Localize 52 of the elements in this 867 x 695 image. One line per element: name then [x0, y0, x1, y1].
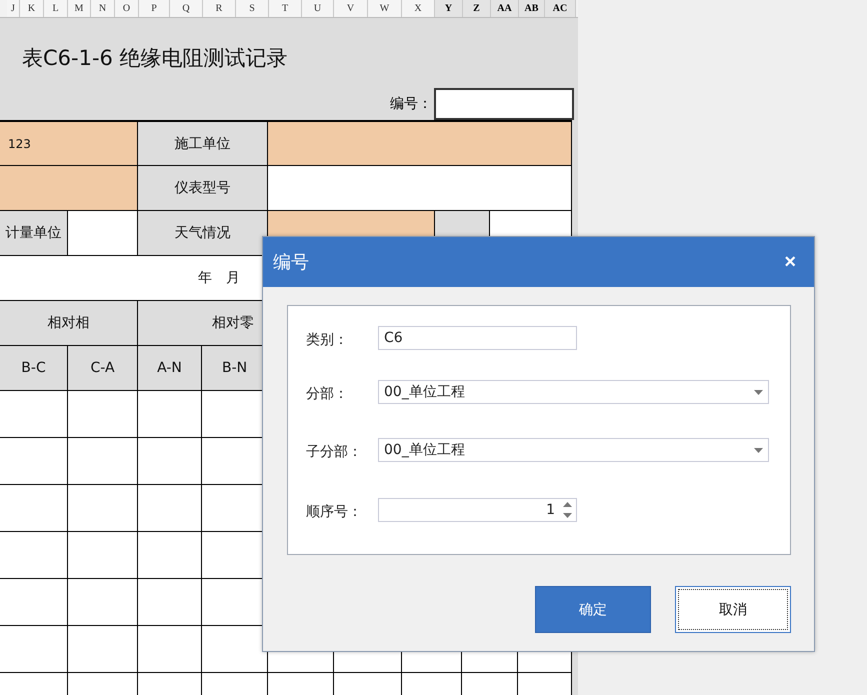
spinner-arrows-icon[interactable] [563, 501, 572, 519]
column-header[interactable]: Z [463, 0, 491, 17]
table-cell [0, 485, 68, 532]
table-cell [68, 532, 138, 579]
table-cell [138, 532, 202, 579]
table-cell [0, 579, 68, 626]
table-cell [0, 438, 68, 485]
column-header[interactable]: AB [519, 0, 545, 17]
table-cell [68, 579, 138, 626]
table-cell: 天气情况 [138, 211, 268, 256]
table-cell [138, 391, 202, 438]
table-cell [68, 211, 138, 256]
table-cell [0, 532, 68, 579]
dropdown[interactable]: 00_单位工程 [378, 380, 769, 404]
column-header[interactable]: AA [491, 0, 519, 17]
table-cell [68, 626, 138, 673]
table-cell: 123 [0, 122, 138, 166]
dropdown[interactable]: 00_单位工程 [378, 438, 769, 462]
table-cell: 计量单位 [0, 211, 68, 256]
table-cell: B-C [0, 346, 68, 391]
number-cell[interactable] [434, 88, 574, 120]
field-label: 子分部： [306, 443, 363, 461]
caret-icon [754, 390, 763, 394]
column-header[interactable]: AC [545, 0, 576, 17]
spinner-field[interactable]: 1 [378, 498, 577, 522]
table-cell: A-N [138, 346, 202, 391]
spinner-value: 1 [546, 502, 555, 518]
table-cell [138, 438, 202, 485]
sheet-title: 表C6-1-6 绝缘电阻测试记录 [22, 45, 289, 72]
input-field[interactable]: C6 [378, 326, 577, 350]
table-cell: 仪表型号 [138, 166, 268, 211]
table-cell: C-A [68, 346, 138, 391]
table-cell [0, 626, 68, 673]
field-label: 类别： [306, 331, 349, 349]
ok-button[interactable]: 确定 [535, 586, 651, 633]
column-header[interactable]: Y [435, 0, 463, 17]
table-cell [138, 485, 202, 532]
table-cell: 施工单位 [138, 122, 268, 166]
table-cell [68, 485, 138, 532]
close-button[interactable]: × [780, 250, 800, 274]
table-cell: 相对相 [0, 301, 138, 346]
field-label: 顺序号： [306, 503, 363, 521]
number-label: 编号： [390, 95, 432, 113]
table-cell [202, 626, 268, 673]
dropdown-value: 00_单位工程 [384, 441, 465, 459]
cancel-button[interactable]: 取消 [675, 586, 791, 633]
table-cell [138, 626, 202, 673]
table-cell [68, 391, 138, 438]
table-cell [68, 438, 138, 485]
table-cell [138, 579, 202, 626]
caret-icon [754, 448, 763, 452]
table-cell [0, 391, 68, 438]
